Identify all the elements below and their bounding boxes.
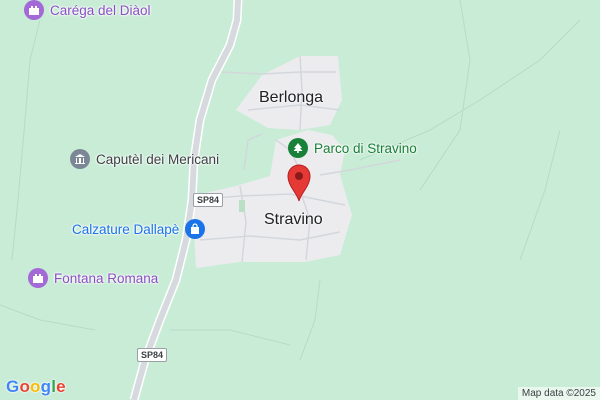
monument-icon xyxy=(70,149,90,169)
logo-letter: G xyxy=(6,377,20,396)
poi-fontana-romana[interactable]: Fontana Romana xyxy=(28,268,158,288)
logo-letter: e xyxy=(56,377,66,396)
road-shield-sp84-upper: SP84 xyxy=(193,193,224,207)
trail-path xyxy=(0,304,96,331)
minor-road xyxy=(243,133,263,171)
poi-label: Caréga del Diàol xyxy=(50,2,151,18)
map-pin-icon[interactable] xyxy=(284,160,314,202)
poi-label: Parco di Stravino xyxy=(314,140,417,156)
poi-parco-di-stravino[interactable]: Parco di Stravino xyxy=(288,138,417,158)
map-attribution[interactable]: Map data ©2025 xyxy=(517,387,600,400)
trail-path xyxy=(419,0,471,191)
trail-path xyxy=(299,279,321,361)
place-label-stravino: Stravino xyxy=(264,211,323,228)
castle-icon xyxy=(28,268,48,288)
logo-letter: o xyxy=(19,377,31,396)
poi-carega-del-diaol[interactable]: Caréga del Diàol xyxy=(24,0,151,20)
trail-path xyxy=(11,19,41,261)
trail-path xyxy=(519,129,561,261)
poi-label: Calzature Dallapè xyxy=(72,221,180,237)
map-canvas[interactable]: Berlonga Stravino SP84 SP84 Caréga del D… xyxy=(0,0,600,400)
trail-path xyxy=(170,329,291,346)
poi-label: Fontana Romana xyxy=(54,270,159,286)
poi-caputel-dei-mericani[interactable]: Caputèl dei Mericani xyxy=(70,149,219,169)
poi-calzature-dallape[interactable]: Calzature Dallapè xyxy=(72,219,206,239)
tree-icon xyxy=(288,138,308,158)
poi-label: Caputèl dei Mericani xyxy=(96,151,220,167)
place-label-berlonga: Berlonga xyxy=(259,89,324,106)
shopping-bag-icon xyxy=(185,219,206,239)
small-feature xyxy=(239,200,245,212)
google-logo: Google xyxy=(6,377,66,397)
logo-letter: g xyxy=(40,377,52,396)
logo-letter: o xyxy=(30,377,41,396)
road-shield-sp84-lower: SP84 xyxy=(137,348,168,362)
castle-icon xyxy=(24,0,44,20)
